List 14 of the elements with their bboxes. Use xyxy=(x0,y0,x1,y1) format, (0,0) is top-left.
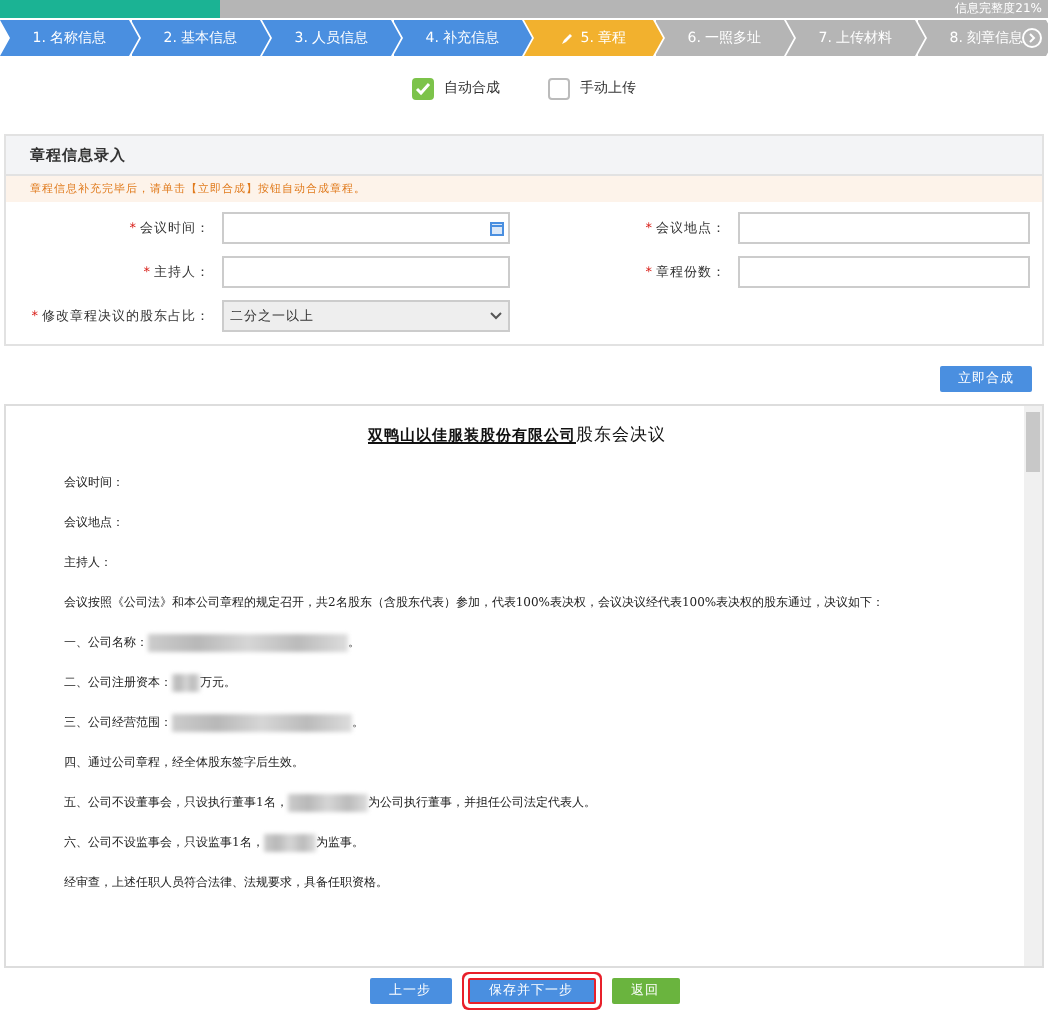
chevron-icon xyxy=(490,312,502,320)
input-field[interactable] xyxy=(222,256,510,288)
redaction-mark xyxy=(172,673,200,692)
redaction-mark xyxy=(287,793,368,812)
checkbox[interactable] xyxy=(412,77,434,99)
checkbox[interactable] xyxy=(548,77,570,99)
date-field[interactable] xyxy=(222,212,510,244)
redaction-mark xyxy=(263,833,316,852)
scrollbar[interactable] xyxy=(1024,406,1042,966)
next-icon[interactable] xyxy=(1022,28,1042,48)
pencil-icon xyxy=(560,31,575,45)
input-field[interactable] xyxy=(738,256,1030,288)
input-field[interactable] xyxy=(738,212,1030,244)
calendar-icon xyxy=(490,221,504,235)
